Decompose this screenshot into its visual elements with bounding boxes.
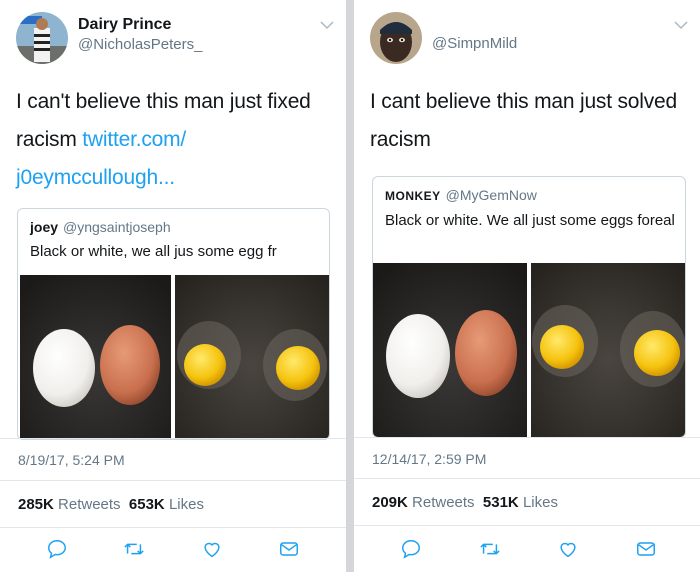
- retweet-icon[interactable]: [478, 538, 502, 560]
- quoted-tweet-header: joey @yngsaintjoseph: [30, 219, 171, 235]
- user-handle[interactable]: @SimpnMild: [432, 35, 517, 52]
- direct-message-icon[interactable]: [278, 538, 300, 560]
- chevron-down-icon[interactable]: [320, 20, 334, 30]
- like-icon[interactable]: [201, 538, 223, 560]
- separator: [0, 527, 346, 528]
- quoted-tweet-text: Black or white, we all jus some egg fr: [30, 243, 277, 260]
- tweet-timestamp[interactable]: 12/14/17, 2:59 PM: [372, 451, 486, 467]
- likes-label[interactable]: Likes: [523, 494, 558, 511]
- separator: [0, 438, 346, 439]
- separator: [354, 525, 700, 526]
- like-count[interactable]: 531K: [483, 494, 519, 511]
- quoted-tweet-text: Black or white. We all just some eggs fo…: [385, 212, 675, 229]
- chevron-down-icon[interactable]: [674, 20, 688, 30]
- tweet-link-part1[interactable]: twitter.com/: [82, 128, 186, 151]
- retweet-icon[interactable]: [122, 538, 146, 560]
- quoted-tweet[interactable]: joey @yngsaintjoseph Black or white, we a…: [17, 208, 330, 440]
- display-name[interactable]: Dairy Prince: [78, 16, 171, 34]
- engagement-stats: 209K Retweets 531K Likes: [372, 494, 558, 511]
- tweet-timestamp[interactable]: 8/19/17, 5:24 PM: [18, 452, 125, 468]
- tweet-actions: [354, 538, 700, 568]
- tweet-link-part2[interactable]: j0eymccullough...: [16, 159, 336, 197]
- retweets-label[interactable]: Retweets: [412, 494, 475, 511]
- retweet-count[interactable]: 285K: [18, 496, 54, 513]
- like-icon[interactable]: [557, 538, 579, 560]
- avatar[interactable]: [16, 12, 68, 64]
- reply-icon[interactable]: [46, 538, 68, 560]
- reply-icon[interactable]: [400, 538, 422, 560]
- engagement-stats: 285K Retweets 653K Likes: [18, 496, 204, 513]
- separator: [354, 478, 700, 479]
- eggs-whole-photo[interactable]: [373, 263, 527, 437]
- avatar[interactable]: [370, 12, 422, 64]
- panel-divider: [346, 0, 354, 572]
- eggs-cracked-photo[interactable]: [175, 275, 329, 439]
- quoted-tweet[interactable]: MONKEY @MyGemNow Black or white. We all j…: [372, 176, 686, 438]
- quoted-author-name: MONKEY: [385, 189, 441, 203]
- separator: [0, 480, 346, 481]
- quoted-author-name: joey: [30, 219, 59, 235]
- eggs-whole-photo[interactable]: [20, 275, 171, 439]
- eggs-cracked-photo[interactable]: [531, 263, 685, 437]
- retweets-label[interactable]: Retweets: [58, 496, 121, 513]
- quoted-tweet-header: MONKEY @MyGemNow: [385, 187, 537, 203]
- direct-message-icon[interactable]: [635, 538, 657, 560]
- user-handle[interactable]: @NicholasPeters_: [78, 36, 202, 53]
- likes-label[interactable]: Likes: [169, 496, 204, 513]
- tweet-footer-right: 12/14/17, 2:59 PM 209K Retweets 531K Lik…: [354, 437, 700, 572]
- tweet-card-left: Dairy Prince @NicholasPeters_ I can't be…: [0, 0, 346, 572]
- quoted-author-handle: @yngsaintjoseph: [63, 219, 171, 235]
- like-count[interactable]: 653K: [129, 496, 165, 513]
- separator: [354, 437, 700, 438]
- tweet-actions: [0, 538, 346, 568]
- quoted-author-handle: @MyGemNow: [445, 187, 537, 203]
- retweet-count[interactable]: 209K: [372, 494, 408, 511]
- tweet-text: I cant believe this man just solved raci…: [370, 90, 677, 151]
- tweet-text: I can't believe this man just fixed raci…: [16, 83, 336, 197]
